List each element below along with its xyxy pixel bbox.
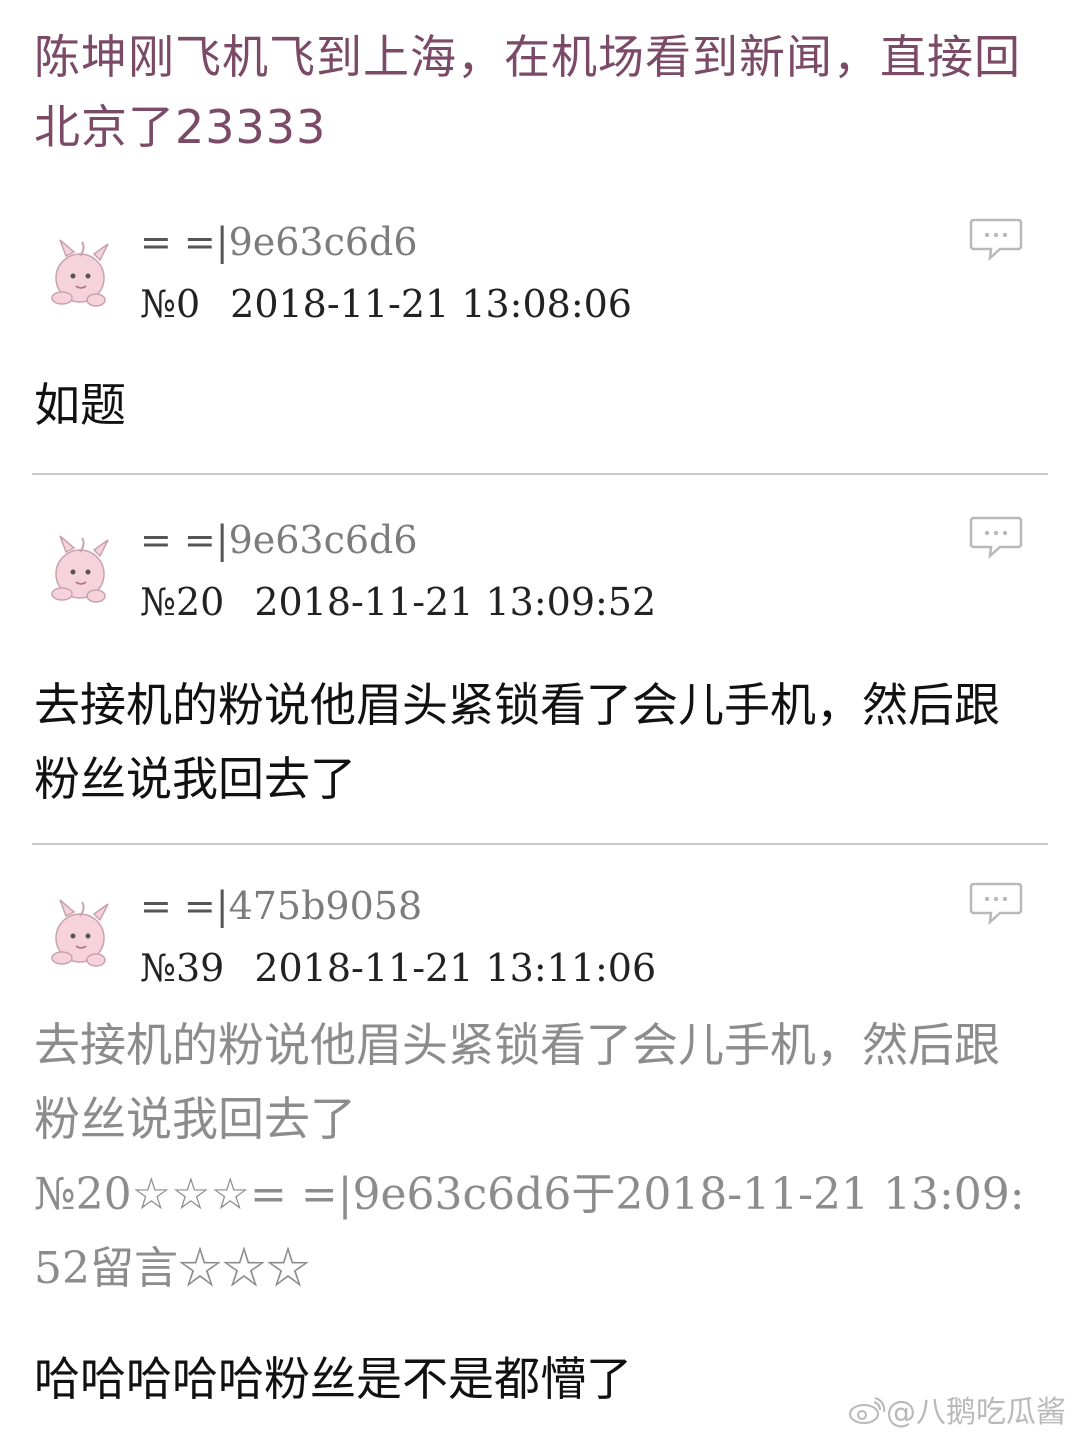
post-timestamp: 2018-11-21 13:11:06 xyxy=(254,946,657,990)
post-number: №20 xyxy=(140,580,225,624)
avatar-icon[interactable] xyxy=(36,226,122,312)
post-author[interactable]: = =|9e63c6d6 xyxy=(140,220,418,264)
author-prefix: = =| xyxy=(140,884,229,928)
quote-reference[interactable]: №20☆☆☆= =|9e63c6d6于2018-11-21 13:09:52留言… xyxy=(34,1158,1044,1306)
avatar-icon[interactable] xyxy=(36,886,122,972)
watermark: @八鹅吃瓜酱 xyxy=(846,1387,1066,1431)
author-prefix: = =| xyxy=(140,220,229,264)
quoted-content: 去接机的粉说他眉头紧锁看了会儿手机，然后跟粉丝说我回去了 xyxy=(34,1018,1000,1146)
thread-title: 陈坤刚飞机飞到上海，在机场看到新闻，直接回北京了23333 xyxy=(34,30,1021,154)
author-prefix: = =| xyxy=(140,518,229,562)
weibo-eye-icon xyxy=(849,1397,886,1424)
post-divider xyxy=(32,473,1048,475)
speech-bubble-icon[interactable] xyxy=(968,880,1024,926)
post-number: №0 xyxy=(140,282,201,326)
post-number: №39 xyxy=(140,946,225,990)
author-id: 9e63c6d6 xyxy=(228,220,418,264)
post-author[interactable]: = =|475b9058 xyxy=(140,884,422,928)
author-id: 475b9058 xyxy=(228,884,423,928)
author-id: 9e63c6d6 xyxy=(228,518,418,562)
post-content: 如题 xyxy=(34,378,126,432)
post-timestamp: 2018-11-21 13:09:52 xyxy=(254,580,657,624)
avatar-icon[interactable] xyxy=(36,522,122,608)
post-meta: №0 2018-11-21 13:08:06 xyxy=(140,282,632,326)
post-author[interactable]: = =|9e63c6d6 xyxy=(140,518,418,562)
post-divider xyxy=(32,843,1048,845)
post-timestamp: 2018-11-21 13:08:06 xyxy=(230,282,632,326)
speech-bubble-icon[interactable] xyxy=(968,216,1024,262)
watermark-text: @八鹅吃瓜酱 xyxy=(886,1395,1066,1430)
post-meta: №39 2018-11-21 13:11:06 xyxy=(140,946,656,990)
speech-bubble-icon[interactable] xyxy=(968,514,1024,560)
post-content: 去接机的粉说他眉头紧锁看了会儿手机，然后跟粉丝说我回去了 xyxy=(34,678,1000,806)
post-meta: №20 2018-11-21 13:09:52 xyxy=(140,580,656,624)
